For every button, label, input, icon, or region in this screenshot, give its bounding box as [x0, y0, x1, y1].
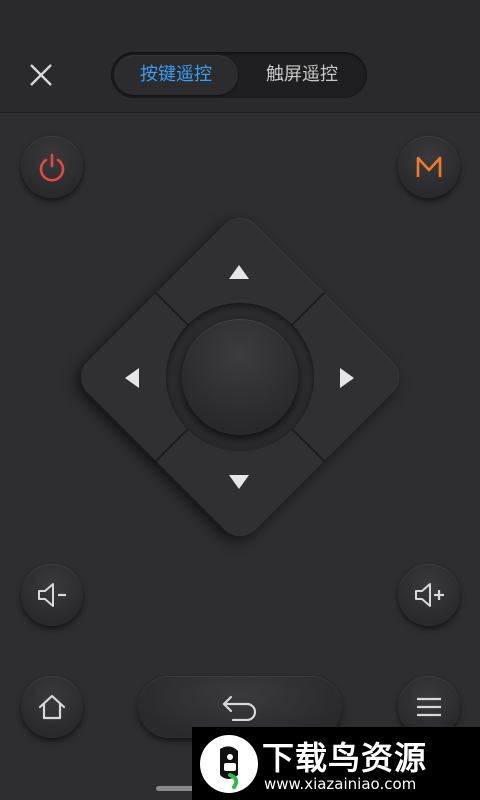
back-icon	[222, 695, 257, 721]
power-icon	[39, 153, 65, 182]
mode-switch: 按键遥控 触屏遥控	[111, 52, 367, 98]
bird-logo-icon	[220, 746, 239, 789]
home-button[interactable]	[21, 676, 83, 738]
watermark: 下载鸟资源 www.xiazainiao.com	[192, 727, 480, 800]
close-button[interactable]	[24, 58, 58, 92]
home-icon	[38, 694, 66, 720]
watermark-title: 下载鸟资源	[262, 739, 428, 777]
hamburger-menu-icon	[417, 697, 441, 717]
d-pad	[68, 205, 412, 549]
tab-key-remote[interactable]: 按键遥控	[114, 55, 238, 95]
tab-touch-remote[interactable]: 触屏遥控	[241, 55, 363, 95]
left-arrow-icon[interactable]	[123, 366, 141, 390]
watermark-logo	[200, 735, 258, 793]
volume-up-icon	[415, 583, 444, 607]
power-button[interactable]	[21, 136, 83, 198]
down-arrow-icon[interactable]	[227, 473, 251, 491]
up-arrow-icon[interactable]	[227, 263, 251, 281]
ok-button[interactable]	[182, 319, 298, 435]
m-icon	[416, 156, 442, 177]
right-arrow-icon[interactable]	[338, 366, 356, 390]
close-icon	[30, 64, 52, 86]
watermark-url: www.xiazainiao.com	[264, 775, 417, 793]
volume-up-button[interactable]	[398, 564, 460, 626]
top-bar: 按键遥控 触屏遥控	[0, 0, 480, 113]
m-button[interactable]	[398, 136, 460, 198]
volume-down-button[interactable]	[21, 564, 83, 626]
volume-down-icon	[38, 583, 66, 607]
